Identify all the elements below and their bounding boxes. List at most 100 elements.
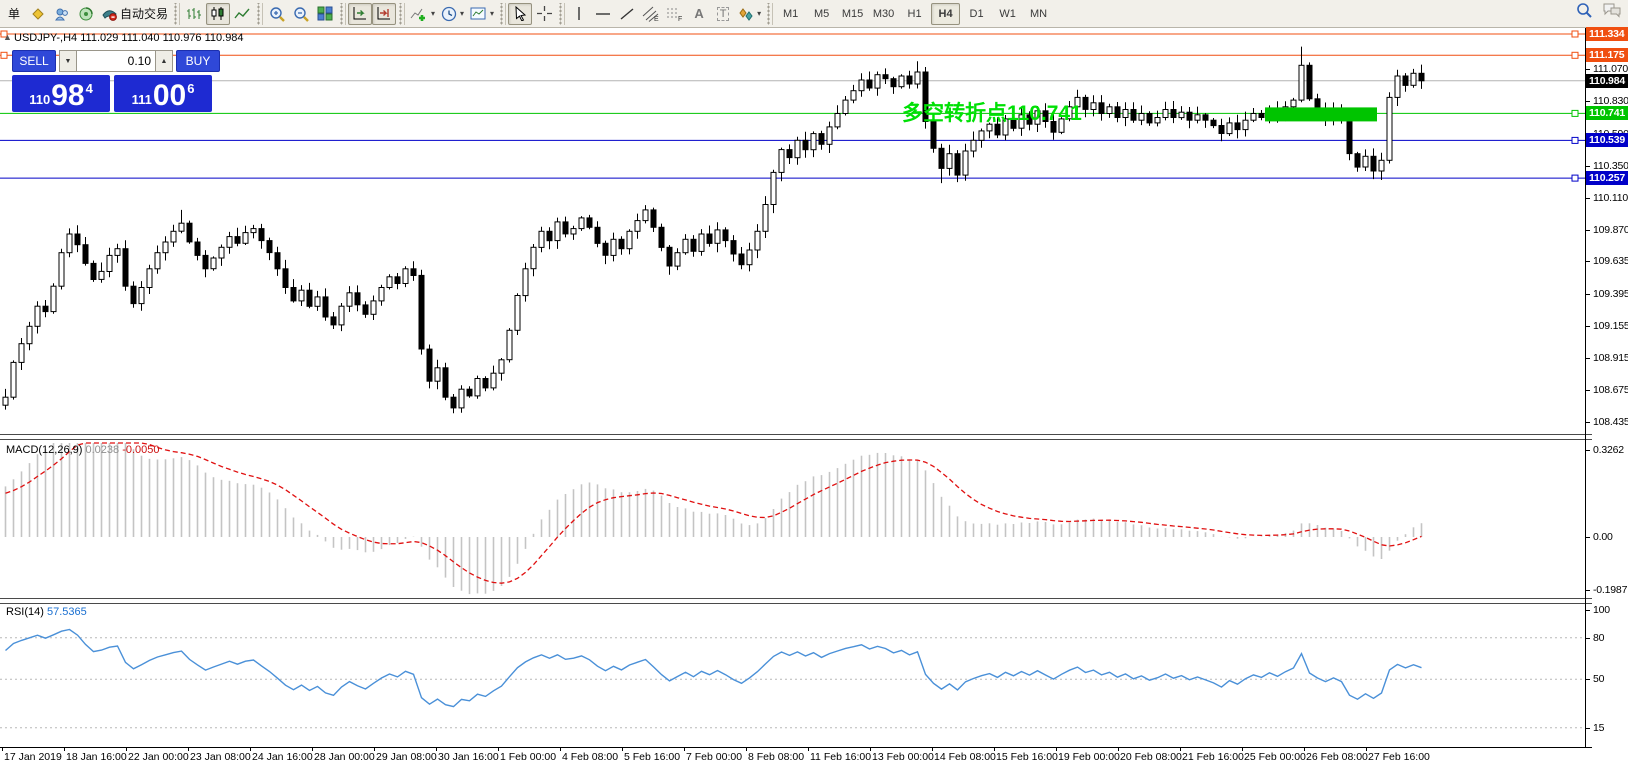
price-tick-mark [1585,294,1590,295]
time-tick-mark [808,747,809,751]
community-icon[interactable] [50,3,74,25]
shapes-icon [738,7,754,21]
time-tick-mark [560,747,561,751]
timeframe-button-M5[interactable]: M5 [807,3,836,25]
tile-windows-icon [317,6,333,21]
price-tick-label: 108.435 [1593,415,1628,429]
time-tick-mark [684,747,685,751]
price-tick-label: 108.915 [1593,351,1628,365]
time-tick-label: 26 Feb 08:00 [1306,751,1368,763]
timeframe-button-M15[interactable]: M15 [838,3,867,25]
volume-increase-button[interactable]: ▲ [155,50,173,72]
zoom-in-button[interactable] [265,3,289,25]
price-tick-mark [1585,422,1590,423]
time-tick-mark [2,747,3,751]
volume-stepper: ▼ ▲ [59,50,173,72]
sell-button[interactable]: SELL [12,50,56,72]
price-tick-mark [1585,101,1590,102]
time-tick-mark [932,747,933,751]
time-tick-label: 20 Feb 08:00 [1120,751,1182,763]
time-tick-label: 19 Feb 00:00 [1058,751,1120,763]
turning-point-annotation[interactable]: 多空转折点110.741 [902,97,1082,127]
indicators-button[interactable]: ▾ [407,3,438,25]
time-tick-label: 27 Feb 16:00 [1368,751,1430,763]
time-tick-label: 1 Feb 00:00 [500,751,556,763]
cursor-tool-button[interactable] [508,3,532,25]
chart-shift-button[interactable] [372,3,396,25]
time-tick-mark [1180,747,1181,751]
label-tool-button[interactable]: T [711,3,735,25]
dropdown-caret: ▾ [490,9,494,18]
candlestick-chart-button[interactable] [206,3,230,25]
timeframe-button-H4[interactable]: H4 [931,3,960,25]
volume-input[interactable] [77,50,155,72]
bar-chart-button[interactable] [182,3,206,25]
buy-price[interactable]: 111006 [114,75,212,112]
toolbar-separator [173,3,180,25]
time-axis-line [0,747,1592,748]
vertical-line-tool-button[interactable] [567,3,591,25]
price-tick-label: 109.870 [1593,223,1628,237]
tile-windows-button[interactable] [313,3,337,25]
time-tick-mark [1056,747,1057,751]
line-chart-button[interactable] [230,3,254,25]
timeframe-button-D1[interactable]: D1 [962,3,991,25]
ohlc-bars-icon [186,7,202,21]
autotrading-button[interactable]: 自动交易 [98,3,171,25]
toolbar-separator [398,3,405,25]
rsi-label: RSI(14) 57.5365 [6,606,87,618]
zoom-out-button[interactable] [289,3,313,25]
timeframe-button-W1[interactable]: W1 [993,3,1022,25]
timeframe-button-H1[interactable]: H1 [900,3,929,25]
time-tick-mark [1118,747,1119,751]
chat-icon[interactable] [1602,2,1622,18]
rsi-tick-label: 15 [1593,721,1628,735]
price-tick-label: 108.675 [1593,383,1628,397]
timeframe-button-M1[interactable]: M1 [776,3,805,25]
macd-pane[interactable] [0,440,1586,598]
price-chart-pane[interactable] [0,28,1586,434]
text-tool-button[interactable]: A [687,3,711,25]
rsi-tick-label: 50 [1593,672,1628,686]
collapse-panel-icon[interactable]: ▲ [3,32,12,42]
label-tool-letter: T [717,7,730,21]
templates-button[interactable]: ▾ [467,3,497,25]
timeframe-button-M30[interactable]: M30 [869,3,898,25]
sell-price[interactable]: 110984 [12,75,110,112]
fibonacci-tool-button[interactable]: F [663,3,687,25]
price-level-label-111.175: 111.175 [1586,48,1628,62]
signals-icon[interactable] [74,3,98,25]
search-icon[interactable] [1576,2,1592,18]
time-tick-label: 25 Feb 00:00 [1244,751,1306,763]
time-tick-label: 4 Feb 08:00 [562,751,618,763]
zoom-out-icon [293,6,310,22]
time-tick-label: 7 Feb 00:00 [686,751,742,763]
fibonacci-icon: F [666,6,684,22]
new-order-button[interactable]: 单 [2,3,26,25]
time-tick-mark [250,747,251,751]
dropdown-caret: ▾ [431,9,435,18]
time-tick-label: 17 Jan 2019 [4,751,62,763]
autotrading-icon [101,6,118,21]
buy-button[interactable]: BUY [176,50,220,72]
timeframe-button-MN[interactable]: MN [1024,3,1053,25]
rsi-tick-mark [1585,638,1590,639]
time-tick-label: 23 Jan 08:00 [190,751,251,763]
channel-tool-button[interactable]: E [639,3,663,25]
price-tick-label: 109.395 [1593,287,1628,301]
arrows-tool-button[interactable]: ▾ [735,3,764,25]
periods-button[interactable]: ▾ [438,3,467,25]
marketwatch-icon[interactable] [26,3,50,25]
clock-icon [441,6,457,22]
trendline-tool-button[interactable] [615,3,639,25]
indicators-icon [410,6,428,22]
volume-decrease-button[interactable]: ▼ [59,50,77,72]
chart-shift-icon [376,6,392,21]
time-tick-mark [436,747,437,751]
time-tick-label: 28 Jan 00:00 [314,751,375,763]
price-tick-mark [1585,358,1590,359]
rsi-pane[interactable] [0,604,1586,747]
horizontal-line-tool-button[interactable] [591,3,615,25]
crosshair-tool-button[interactable] [532,3,556,25]
auto-scroll-button[interactable] [348,3,372,25]
